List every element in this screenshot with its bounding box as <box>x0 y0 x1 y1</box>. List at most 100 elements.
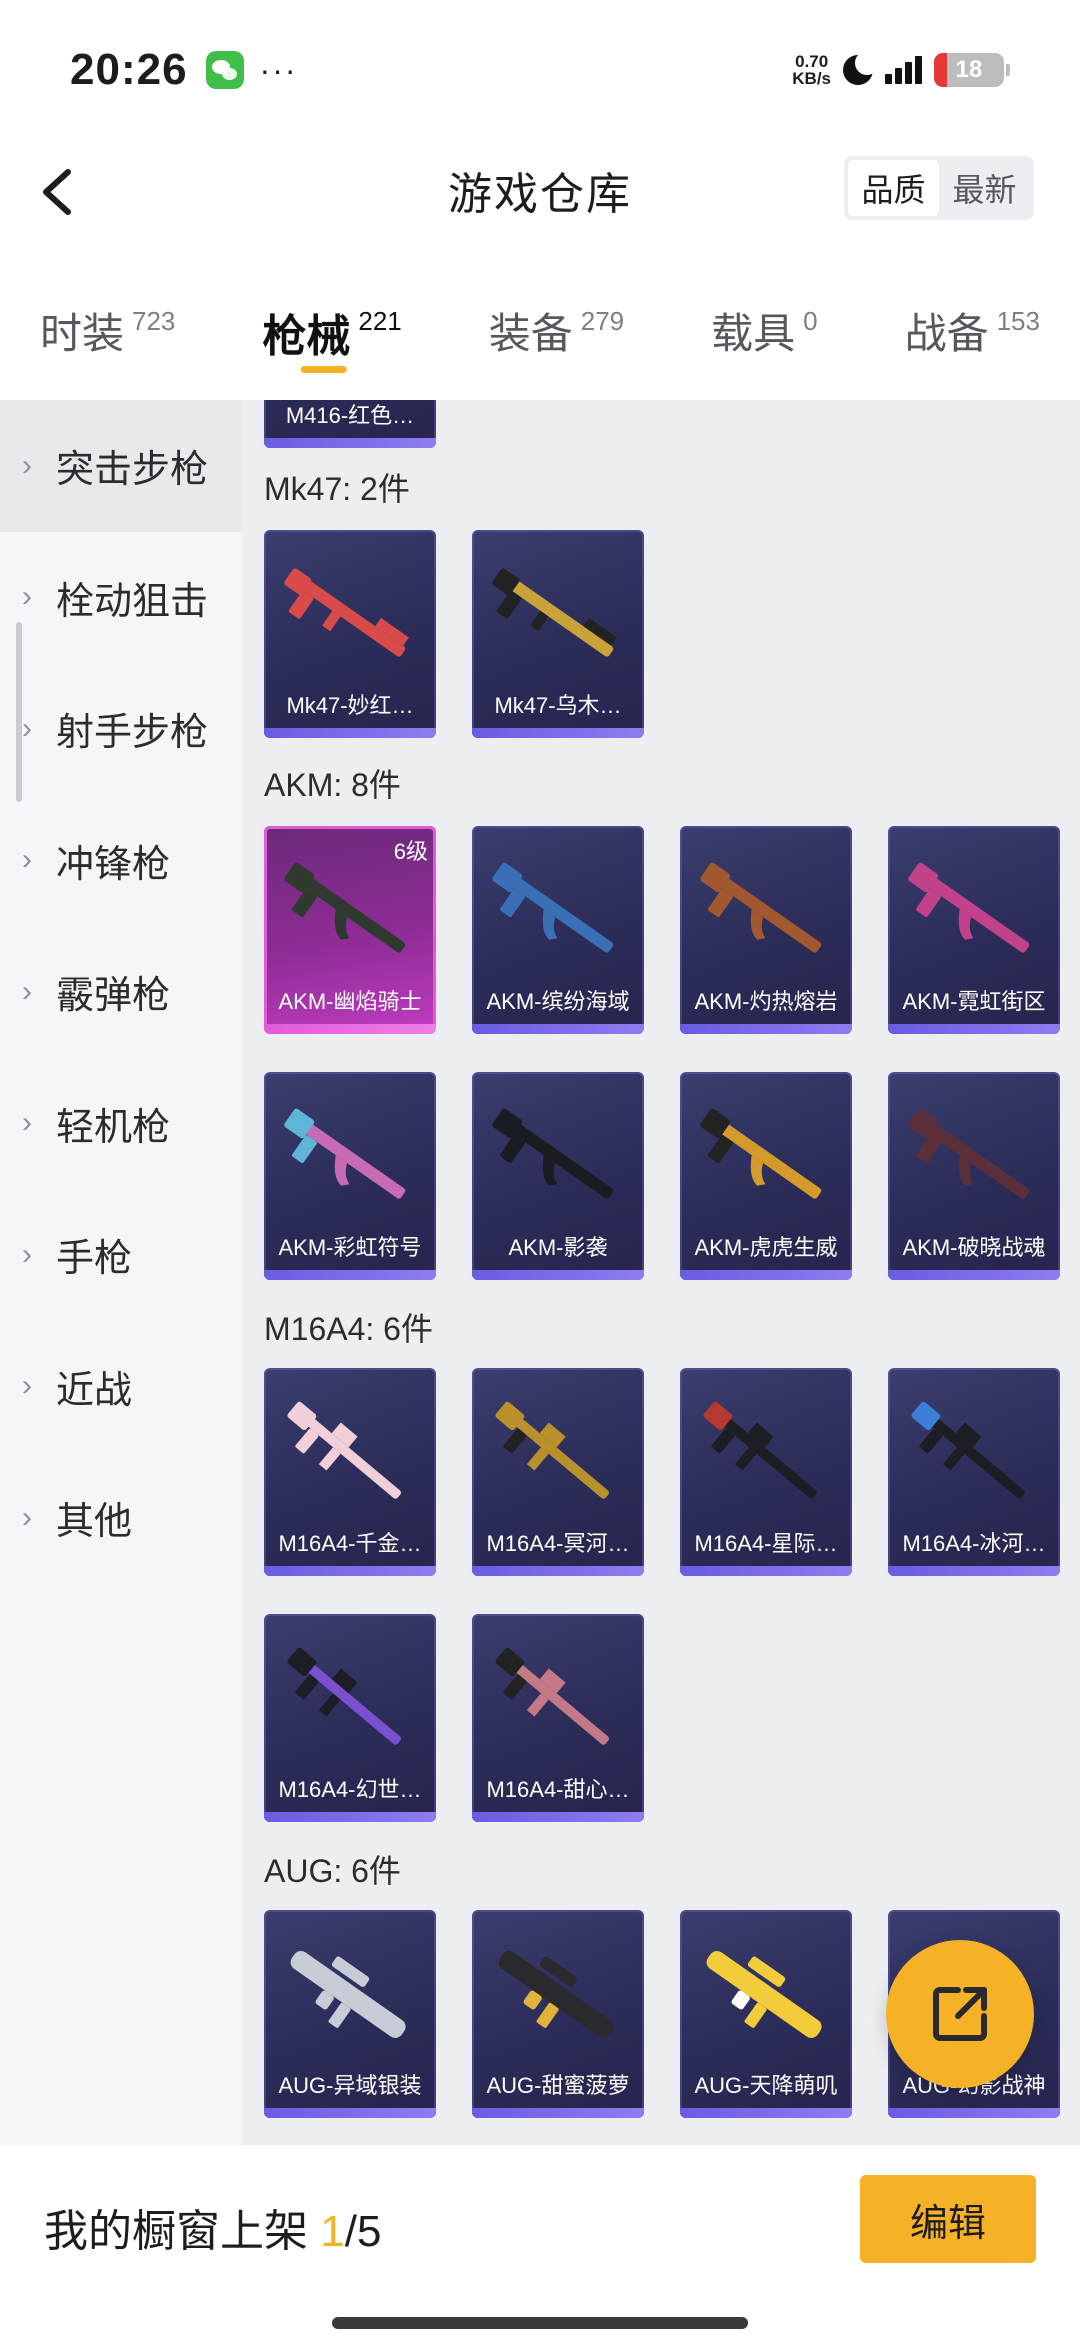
weapon-image <box>700 1108 822 1199</box>
weapon-card[interactable]: Mk47-妙红… <box>264 530 436 738</box>
chevron-right-icon: › <box>22 843 32 877</box>
share-icon <box>933 1987 987 2041</box>
weapon-card[interactable]: AKM-彩虹符号 <box>264 1072 436 1280</box>
tab-vehicles[interactable]: 载具 0 <box>711 280 817 400</box>
weapon-card-label: M16A4-千金… <box>278 1531 422 1556</box>
status-indicators: 0.70 KB/s 18 <box>792 51 1010 87</box>
tab-equipment[interactable]: 装备 279 <box>489 280 624 400</box>
battery-level: 18 <box>955 56 983 83</box>
back-button[interactable] <box>30 162 90 222</box>
weapon-card[interactable]: AKM-灼热熔岩 <box>680 826 852 1034</box>
weapon-card[interactable]: AUG-异域银装 <box>264 1910 436 2118</box>
chevron-right-icon: › <box>22 1369 32 1403</box>
shelf-label: 我的橱窗上架 <box>44 2207 321 2256</box>
weapon-card-label: Mk47-乌木… <box>494 693 622 718</box>
tab-count: 723 <box>132 306 176 336</box>
weapon-image <box>495 1647 610 1745</box>
tab-label: 时装 <box>40 310 125 357</box>
weapon-card-label: M16A4-甜心… <box>486 1777 630 1802</box>
sidebar-item-lmg[interactable]: › 轻机枪 <box>0 1058 242 1190</box>
weapon-type-sidebar: › 突击步枪 › 栓动狙击 › 射手步枪 › 冲锋枪 › 霰弹枪 › 轻机枪 ›… <box>0 400 242 2145</box>
weapon-card-label: AKM-影袭 <box>508 1235 608 1260</box>
network-speed: 0.70 KB/s <box>792 53 831 87</box>
weapon-image <box>908 1108 1030 1199</box>
weapon-card[interactable]: M16A4-冰河… <box>888 1368 1060 1576</box>
sidebar-item-label: 其他 <box>56 1501 133 1544</box>
chevron-left-icon <box>43 169 71 215</box>
chevron-right-icon: › <box>22 1106 32 1140</box>
weapon-card[interactable]: M16A4-幻世… <box>264 1614 436 1822</box>
sidebar-item-melee[interactable]: › 近战 <box>0 1321 242 1453</box>
tab-count: 279 <box>580 306 625 336</box>
network-speed-value: 0.70 <box>795 52 829 71</box>
weapon-card-label: AKM-灼热熔岩 <box>694 989 838 1014</box>
weapon-card[interactable]: AUG-天降萌叽 <box>680 1910 852 2118</box>
weapon-card[interactable]: AKM-缤纷海域 <box>472 826 644 1034</box>
bottom-bar: 我的橱窗上架 1/5 编辑 <box>0 2145 1080 2339</box>
weapon-grid: M416-红色… Mk47: 2件 Mk47-妙红… Mk47-乌木… AKM:… <box>242 400 1080 2145</box>
sort-option-newest[interactable]: 最新 <box>939 160 1030 216</box>
tab-count: 153 <box>996 306 1040 336</box>
sidebar-item-bolt-sniper[interactable]: › 栓动狙击 <box>0 532 242 664</box>
weapon-image <box>911 1401 1026 1499</box>
category-tabs: 时装 723 枪械 221 装备 279 载具 0 战备 153 <box>0 280 1080 400</box>
edit-button[interactable]: 编辑 <box>860 2175 1036 2263</box>
battery-icon: 18 <box>934 53 1004 87</box>
weapon-card[interactable]: AKM-破晓战魂 <box>888 1072 1060 1280</box>
weapon-card-label: AKM-彩虹符号 <box>278 1235 422 1260</box>
weapon-card-label: M16A4-冥河… <box>486 1531 630 1556</box>
active-tab-indicator <box>300 366 347 373</box>
status-bar: 20:26 ··· 0.70 KB/s 18 <box>0 0 1080 140</box>
sidebar-item-pistol[interactable]: › 手枪 <box>0 1189 242 1321</box>
group-title: Mk47: 2件 <box>264 471 410 507</box>
weapon-image <box>495 1401 610 1499</box>
tab-supplies[interactable]: 战备 153 <box>905 280 1040 400</box>
weapon-image <box>492 862 614 953</box>
sidebar-item-shotgun[interactable]: › 霰弹枪 <box>0 926 242 1058</box>
tab-fashion[interactable]: 时装 723 <box>40 280 175 400</box>
sort-option-quality[interactable]: 品质 <box>848 160 939 216</box>
weapon-card-label: AUG-甜蜜菠萝 <box>486 2073 630 2098</box>
weapon-card-label: AKM-幽焰骑士 <box>278 989 422 1014</box>
weapon-card[interactable]: Mk47-乌木… <box>472 530 644 738</box>
weapon-image <box>498 1950 614 2038</box>
weapon-card[interactable]: AUG-甜蜜菠萝 <box>472 1910 644 2118</box>
sidebar-item-marksman-rifle[interactable]: › 射手步枪 <box>0 663 242 795</box>
weapon-card-label: AUG-天降萌叽 <box>694 2073 838 2098</box>
sidebar-item-label: 近战 <box>56 1369 133 1412</box>
weapon-card[interactable]: M16A4-千金… <box>264 1368 436 1576</box>
weapon-card-label: AUG-异域银装 <box>278 2073 422 2098</box>
weapon-card[interactable]: M416-红色… <box>264 400 436 448</box>
weapon-card[interactable]: AKM-霓虹街区 <box>888 826 1060 1034</box>
sidebar-item-smg[interactable]: › 冲锋枪 <box>0 795 242 927</box>
share-button[interactable] <box>886 1940 1034 2088</box>
weapon-card-label: AKM-破晓战魂 <box>902 1235 1046 1260</box>
tab-label: 装备 <box>488 310 573 357</box>
chevron-right-icon: › <box>22 711 32 745</box>
weapon-card[interactable]: M16A4-冥河… <box>472 1368 644 1576</box>
sidebar-item-label: 霰弹枪 <box>56 975 171 1018</box>
sidebar-item-label: 轻机枪 <box>56 1106 171 1149</box>
network-speed-unit: KB/s <box>792 69 831 88</box>
weapon-card[interactable]: 6级 AKM-幽焰骑士 <box>264 826 436 1034</box>
weapon-card[interactable]: M16A4-甜心… <box>472 1614 644 1822</box>
sidebar-item-other[interactable]: › 其他 <box>0 1452 242 1584</box>
home-indicator[interactable] <box>332 2317 748 2329</box>
weapon-card-label: M416-红色… <box>285 403 415 428</box>
shelf-current-count: 1 <box>320 2207 345 2256</box>
weapon-card-label: M16A4-冰河… <box>902 1531 1046 1556</box>
weapon-image <box>703 1401 818 1499</box>
chevron-right-icon: › <box>22 580 32 614</box>
group-title: M16A4: 6件 <box>264 1311 433 1347</box>
weapon-card[interactable]: AKM-影袭 <box>472 1072 644 1280</box>
weapon-card[interactable]: AKM-虎虎生威 <box>680 1072 852 1280</box>
sidebar-item-label: 手枪 <box>56 1238 133 1281</box>
weapon-card[interactable]: M16A4-星际… <box>680 1368 852 1576</box>
sidebar-scrollbar[interactable] <box>16 622 22 802</box>
sidebar-item-label: 冲锋枪 <box>56 843 171 886</box>
sidebar-item-assault-rifle[interactable]: › 突击步枪 <box>0 400 242 532</box>
tab-firearms[interactable]: 枪械 221 <box>262 280 402 400</box>
weapon-image <box>284 862 406 953</box>
weapon-image <box>908 862 1030 953</box>
more-notifications-icon: ··· <box>259 51 298 88</box>
